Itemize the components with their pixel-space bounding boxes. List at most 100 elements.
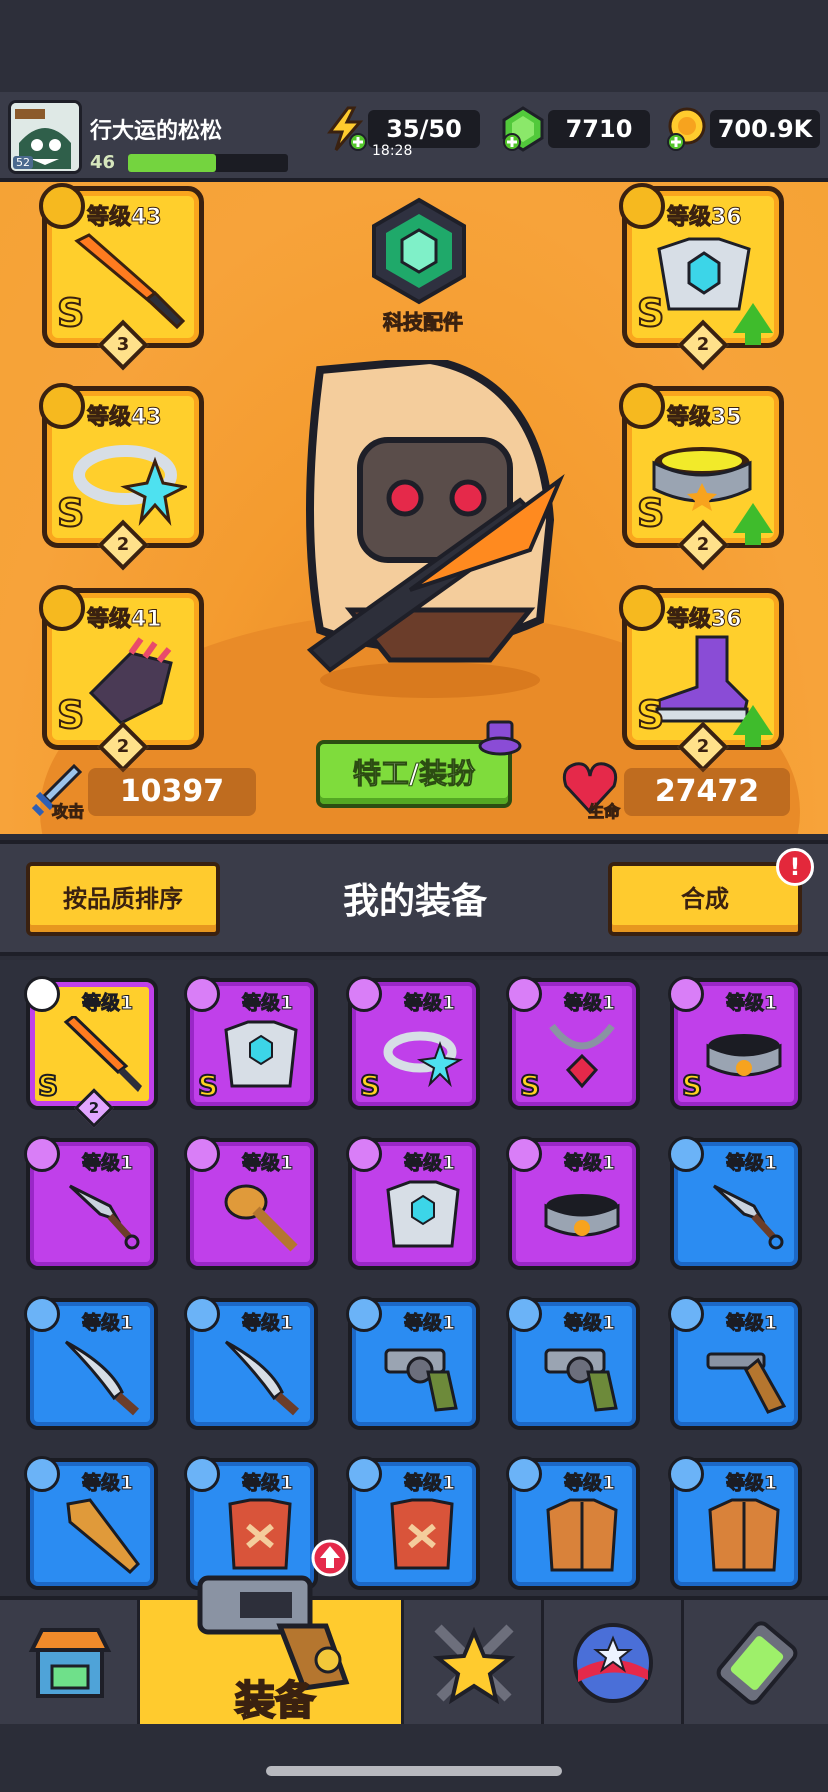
attack-label: 攻击 (51, 802, 85, 822)
grade-s: S (56, 692, 85, 738)
inventory-item[interactable]: 等级1 (668, 1456, 802, 1590)
inventory-item[interactable]: 等级1 (24, 1456, 158, 1590)
inventory-grid: 等级1 S 2 等级1 S 等级1 S 等级1 S 等级1 S 等级1 等级1 等级1 等级1 等级1 等级1 等… (0, 960, 828, 1596)
item-level: 等级1 (403, 1312, 456, 1335)
shop-icon (28, 1628, 112, 1698)
ring-icon (383, 1031, 464, 1088)
star-count: 2 (696, 534, 710, 555)
weapon-type-icon (39, 183, 85, 229)
armor-icon (386, 1180, 460, 1248)
upgrade-arrow-stem (745, 329, 761, 345)
inventory-item[interactable]: 等级1 (668, 1136, 802, 1270)
kunai-icon (68, 1184, 140, 1250)
gold-icon[interactable] (664, 106, 710, 152)
hp-label: 生命 (587, 802, 621, 822)
merge-button[interactable]: 合成 (608, 862, 802, 936)
star-count: 2 (88, 1099, 100, 1117)
nav-shop[interactable] (0, 1600, 140, 1724)
nav-dna[interactable] (684, 1600, 828, 1724)
club-icon (224, 1184, 298, 1252)
sort-by-quality-button[interactable]: 按品质排序 (26, 862, 220, 936)
bat-icon (66, 1498, 140, 1575)
grade-s: S (681, 1068, 703, 1103)
inventory-item[interactable]: 等级1 (506, 1136, 640, 1270)
gem-counter: 7710 (548, 110, 650, 148)
inventory-item[interactable]: 等级1 (184, 1296, 318, 1430)
item-level: 等级1 (241, 992, 294, 1015)
inventory-item[interactable]: 等级1 (506, 1296, 640, 1430)
jacket-icon (708, 1498, 780, 1572)
item-type-icon (346, 1296, 382, 1332)
inventory-item[interactable]: 等级1 (668, 1296, 802, 1430)
inventory-item[interactable]: 等级1 S (346, 976, 480, 1110)
home-indicator[interactable] (266, 1766, 562, 1776)
item-type-icon (24, 1136, 60, 1172)
inventory-item[interactable]: 等级1 S (668, 976, 802, 1110)
xp-fill (128, 154, 216, 172)
grade-s: S (359, 1068, 381, 1103)
xp-bar (128, 154, 288, 172)
item-level: 等级1 (725, 1472, 778, 1495)
inventory-item[interactable]: 等级1 (184, 1136, 318, 1270)
item-type-icon (184, 1456, 220, 1492)
tech-parts-button[interactable] (364, 196, 474, 306)
slot-boots[interactable]: 等级36 S 2 (619, 585, 784, 773)
upgrade-arrow-stem (745, 529, 761, 545)
star-count: 3 (116, 334, 130, 355)
kunai-icon (712, 1184, 784, 1250)
inventory-item[interactable]: 等级1 (346, 1456, 480, 1590)
attack-value: 10397 (88, 768, 256, 816)
inventory-item[interactable]: 等级1 S (506, 976, 640, 1110)
sword-icon (74, 233, 186, 330)
grade-s: S (519, 1068, 541, 1103)
upgrade-badge-icon (311, 1539, 349, 1577)
sword-icon (63, 1016, 142, 1092)
shotgun-icon (706, 1352, 786, 1414)
inventory-item[interactable]: 等级1 S 2 (24, 976, 158, 1128)
belt-icon (544, 1194, 620, 1237)
item-level: 等级1 (81, 1312, 134, 1335)
item-level: 等级1 (81, 1472, 134, 1495)
inventory-item[interactable]: 等级1 (24, 1296, 158, 1430)
upgrade-arrow-stem (745, 731, 761, 747)
inventory-item[interactable]: 等级1 (24, 1136, 158, 1270)
inventory-item[interactable]: 等级1 S (184, 976, 318, 1110)
item-level: 等级1 (241, 1472, 294, 1495)
slot-belt[interactable]: 等级35 S 2 (619, 383, 784, 571)
item-level: 等级1 (725, 992, 778, 1015)
item-level: 等级1 (563, 1472, 616, 1495)
gold-counter: 700.9K (710, 110, 820, 148)
belt-type-icon (619, 383, 665, 429)
item-type-icon (346, 1136, 382, 1172)
item-type-icon (506, 1136, 542, 1172)
player-avatar[interactable]: 52 (8, 100, 82, 174)
grade-s: S (636, 692, 665, 738)
revolver-icon (544, 1348, 618, 1412)
inventory-item[interactable]: 等级1 (506, 1456, 640, 1590)
merge-alert-badge: ! (776, 848, 814, 886)
hp-value: 27472 (624, 768, 790, 816)
inventory-item[interactable]: 等级1 (346, 1296, 480, 1430)
grade-s: S (197, 1068, 219, 1103)
gauntlet-icon (88, 637, 173, 725)
item-type-icon (184, 1136, 220, 1172)
slot-level: 等级41 (87, 607, 163, 633)
nav-orb[interactable] (544, 1600, 684, 1724)
nav-battle[interactable] (404, 1600, 544, 1724)
energy-icon[interactable] (322, 106, 368, 152)
slot-weapon[interactable]: 等级43 S 3 (39, 183, 204, 371)
slot-gloves[interactable]: 等级41 S 2 (39, 585, 204, 773)
item-level: 等级1 (81, 1152, 134, 1175)
gem-icon[interactable] (500, 106, 546, 152)
item-type-icon (24, 1456, 60, 1492)
orb-icon (573, 1623, 653, 1703)
star-count: 2 (116, 736, 130, 757)
item-type-icon (346, 1456, 382, 1492)
inventory-item[interactable]: 等级1 (346, 1136, 480, 1270)
hero-character[interactable] (290, 360, 570, 700)
item-level: 等级1 (725, 1152, 778, 1175)
item-level: 等级1 (563, 1152, 616, 1175)
slot-ring[interactable]: 等级43 S 2 (39, 383, 204, 571)
slot-armor[interactable]: 等级36 S 2 (619, 183, 784, 371)
slot-level: 等级35 (667, 405, 743, 431)
